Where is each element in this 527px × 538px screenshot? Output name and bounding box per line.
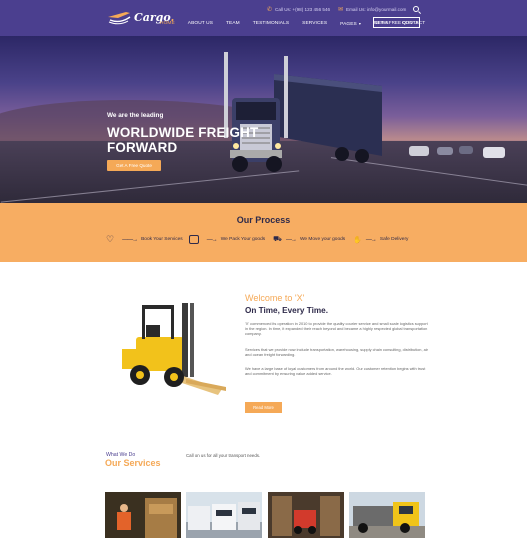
truck-icon: ⛟ <box>273 236 282 243</box>
about-title: On Time, Every Time. <box>245 306 328 315</box>
services-title: Our Services <box>105 458 161 468</box>
arrow-icon: —→ <box>365 236 377 243</box>
phone-info: ✆ Call Us: +(98) 123 456 546 <box>267 6 330 13</box>
arrow-icon: ——→ <box>122 236 138 243</box>
process-steps: ♡ ——→ Book Your Services —→ We Pack Your… <box>106 234 408 245</box>
service-thumb-warehouse[interactable] <box>105 492 181 538</box>
read-more-button[interactable]: Read More <box>245 402 282 413</box>
free-quote-button[interactable]: GET A FREE QUOTE <box>373 17 420 28</box>
hero-quote-button[interactable]: Get A Free Quote <box>107 160 161 171</box>
mail-icon: ✉ <box>338 7 344 13</box>
search-icon[interactable] <box>413 6 419 12</box>
step-label: Safe Delivery <box>379 237 409 242</box>
services-note: Call on us for all your transport needs. <box>186 453 261 458</box>
hero-title-line1: WORLDWIDE FREIGHT <box>107 125 259 140</box>
arrow-icon: —→ <box>206 236 218 243</box>
nav-testimonials[interactable]: TESTIMONIALS <box>253 21 289 26</box>
plane-logo-icon <box>108 12 131 25</box>
truck-fleet-image <box>186 492 262 538</box>
step-label: Book Your Services <box>141 237 183 242</box>
forklift-warehouse-image <box>268 492 344 538</box>
hero-banner: We are the leading WORLDWIDE FREIGHT FOR… <box>0 36 527 203</box>
warehouse-worker-image <box>105 492 181 538</box>
process-section <box>0 203 527 262</box>
chevron-down-icon: ▾ <box>358 20 361 26</box>
nav-home[interactable]: HOME <box>160 21 175 26</box>
step-label: We Pack Your goods <box>220 237 266 242</box>
phone-icon: ✆ <box>267 7 273 13</box>
email-info: ✉ Email Us: info@yourmail.com <box>338 6 406 13</box>
process-step: ✋ —→ Safe Delivery <box>353 236 408 244</box>
process-title: Our Process <box>236 215 291 225</box>
process-step: ♡ ——→ Book Your Services <box>106 234 183 245</box>
nav-about[interactable]: ABOUT US <box>188 21 213 26</box>
handshake-icon: ✋ <box>353 236 362 244</box>
truck-image <box>224 52 382 172</box>
process-step: —→ We Pack Your goods <box>188 235 266 244</box>
hero-title-line2: FORWARD <box>107 140 178 155</box>
email-text: Email Us: info@yourmail.com <box>346 7 407 12</box>
hero-subtitle: We are the leading <box>107 112 164 119</box>
step-label: We Move your goods <box>299 237 346 242</box>
about-paragraph-2: Services that we provide now include tra… <box>245 347 428 358</box>
phone-text: Call Us: +(98) 123 456 546 <box>275 7 331 12</box>
forklift-image <box>122 303 226 395</box>
service-thumb-fleet[interactable] <box>186 492 262 538</box>
nav-pages-label: PAGES <box>340 21 357 27</box>
dump-truck-image <box>349 492 425 538</box>
service-thumb-forklift[interactable] <box>268 492 344 538</box>
arrow-icon: —→ <box>285 236 297 243</box>
heart-icon: ♡ <box>106 234 115 244</box>
process-step: ⛟ —→ We Move your goods <box>273 235 345 244</box>
box-icon <box>188 235 199 244</box>
nav-services[interactable]: SERVICES <box>302 21 327 26</box>
traffic-cars-image <box>409 146 505 158</box>
welcome-heading: Welcome to 'X' <box>245 293 305 303</box>
site-header: Cargo. ✆ Call Us: +(98) 123 456 546 ✉ Em… <box>0 0 527 36</box>
about-paragraph-3: We have a large base of loyal customers … <box>245 366 426 377</box>
nav-team[interactable]: TEAM <box>226 21 240 26</box>
hero-title: WORLDWIDE FREIGHT FORWARD <box>107 125 258 155</box>
nav-pages[interactable]: PAGES ▾ <box>340 21 361 27</box>
service-thumb-dump-truck[interactable] <box>349 492 425 538</box>
about-paragraph-1: 'X' commenced its operation in 2010 to p… <box>245 321 428 337</box>
